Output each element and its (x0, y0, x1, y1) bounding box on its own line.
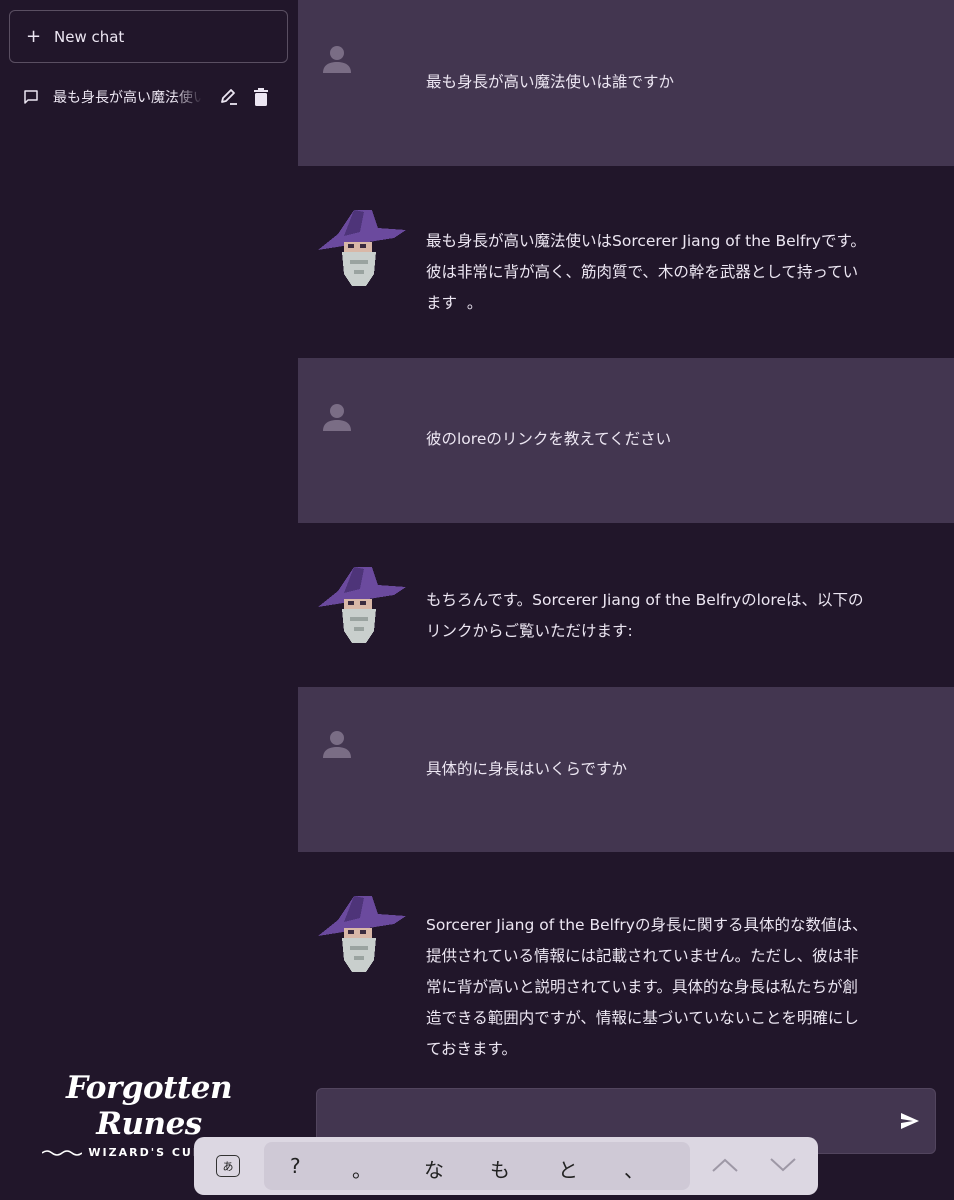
bot-message: 最も身長が高い魔法使いはSorcerer Jiang of the Belfry… (298, 166, 954, 358)
bot-message: Sorcerer Jiang of the Belfryの身長に関する具体的な数… (298, 852, 954, 1088)
message-text: もちろんです。Sorcerer Jiang of the Belfryのlore… (426, 591, 864, 640)
wizard-avatar (314, 567, 410, 647)
message-text: 彼のloreのリンクを教えてください (426, 430, 672, 448)
message-text: 具体的に身長はいくらですか (426, 760, 628, 778)
chevron-down-icon[interactable] (770, 1157, 796, 1177)
chat-bubble-icon (23, 89, 39, 105)
person-icon (322, 729, 352, 759)
chat-item-title: 最も身長が高い魔法使いは誰ですか (53, 90, 203, 106)
user-message: 具体的に身長はいくらですか (298, 687, 954, 852)
chat-area: 最も身長が高い魔法使いは誰ですか 最も身長が高い魔法使いはSorcerer Ji… (298, 0, 954, 1200)
wizard-avatar (314, 896, 410, 976)
wizard-avatar (314, 210, 410, 290)
pencil-icon[interactable] (219, 87, 239, 107)
candidate[interactable]: ? (290, 1154, 301, 1178)
sidebar-chat-item[interactable]: 最も身長が高い魔法使いは誰ですか (9, 78, 288, 116)
wave-ornament-left (42, 1149, 83, 1156)
keyboard-mode-button[interactable]: あ (216, 1155, 240, 1177)
logo-subtitle: WIZARD'S CULT (88, 1146, 210, 1159)
chevron-up-icon[interactable] (712, 1157, 738, 1177)
new-chat-button[interactable]: + New chat (9, 10, 288, 63)
trash-icon[interactable] (253, 88, 269, 106)
message-text: 最も身長が高い魔法使いは誰ですか (426, 73, 675, 91)
forgotten-runes-logo: Forgotten Runes WIZARD'S CULT (36, 1070, 262, 1159)
new-chat-label: New chat (54, 27, 125, 46)
candidate-list: ? 。 な も と 、 (264, 1142, 690, 1190)
message-text: Sorcerer Jiang of the Belfryの身長に関する具体的な数… (426, 916, 868, 1058)
candidate[interactable]: 。 (352, 1154, 372, 1183)
person-icon (322, 402, 352, 432)
candidate[interactable]: と (558, 1154, 578, 1183)
plus-icon: + (26, 26, 42, 47)
candidate[interactable]: な (424, 1154, 444, 1183)
logo-title: Forgotten Runes (65, 1070, 233, 1142)
send-icon[interactable] (901, 1113, 919, 1133)
message-text: 最も身長が高い魔法使いはSorcerer Jiang of the Belfry… (426, 232, 866, 312)
candidate[interactable]: 、 (624, 1154, 644, 1183)
bot-message: もちろんです。Sorcerer Jiang of the Belfryのlore… (298, 523, 954, 687)
keyboard-candidate-bar: あ ? 。 な も と 、 (194, 1137, 818, 1195)
candidate[interactable]: も (490, 1154, 510, 1183)
user-message: 彼のloreのリンクを教えてください (298, 358, 954, 523)
sidebar: + New chat 最も身長が高い魔法使いは誰ですか Forgotten Ru… (0, 0, 298, 1200)
user-message: 最も身長が高い魔法使いは誰ですか (298, 0, 954, 166)
person-icon (322, 44, 352, 74)
